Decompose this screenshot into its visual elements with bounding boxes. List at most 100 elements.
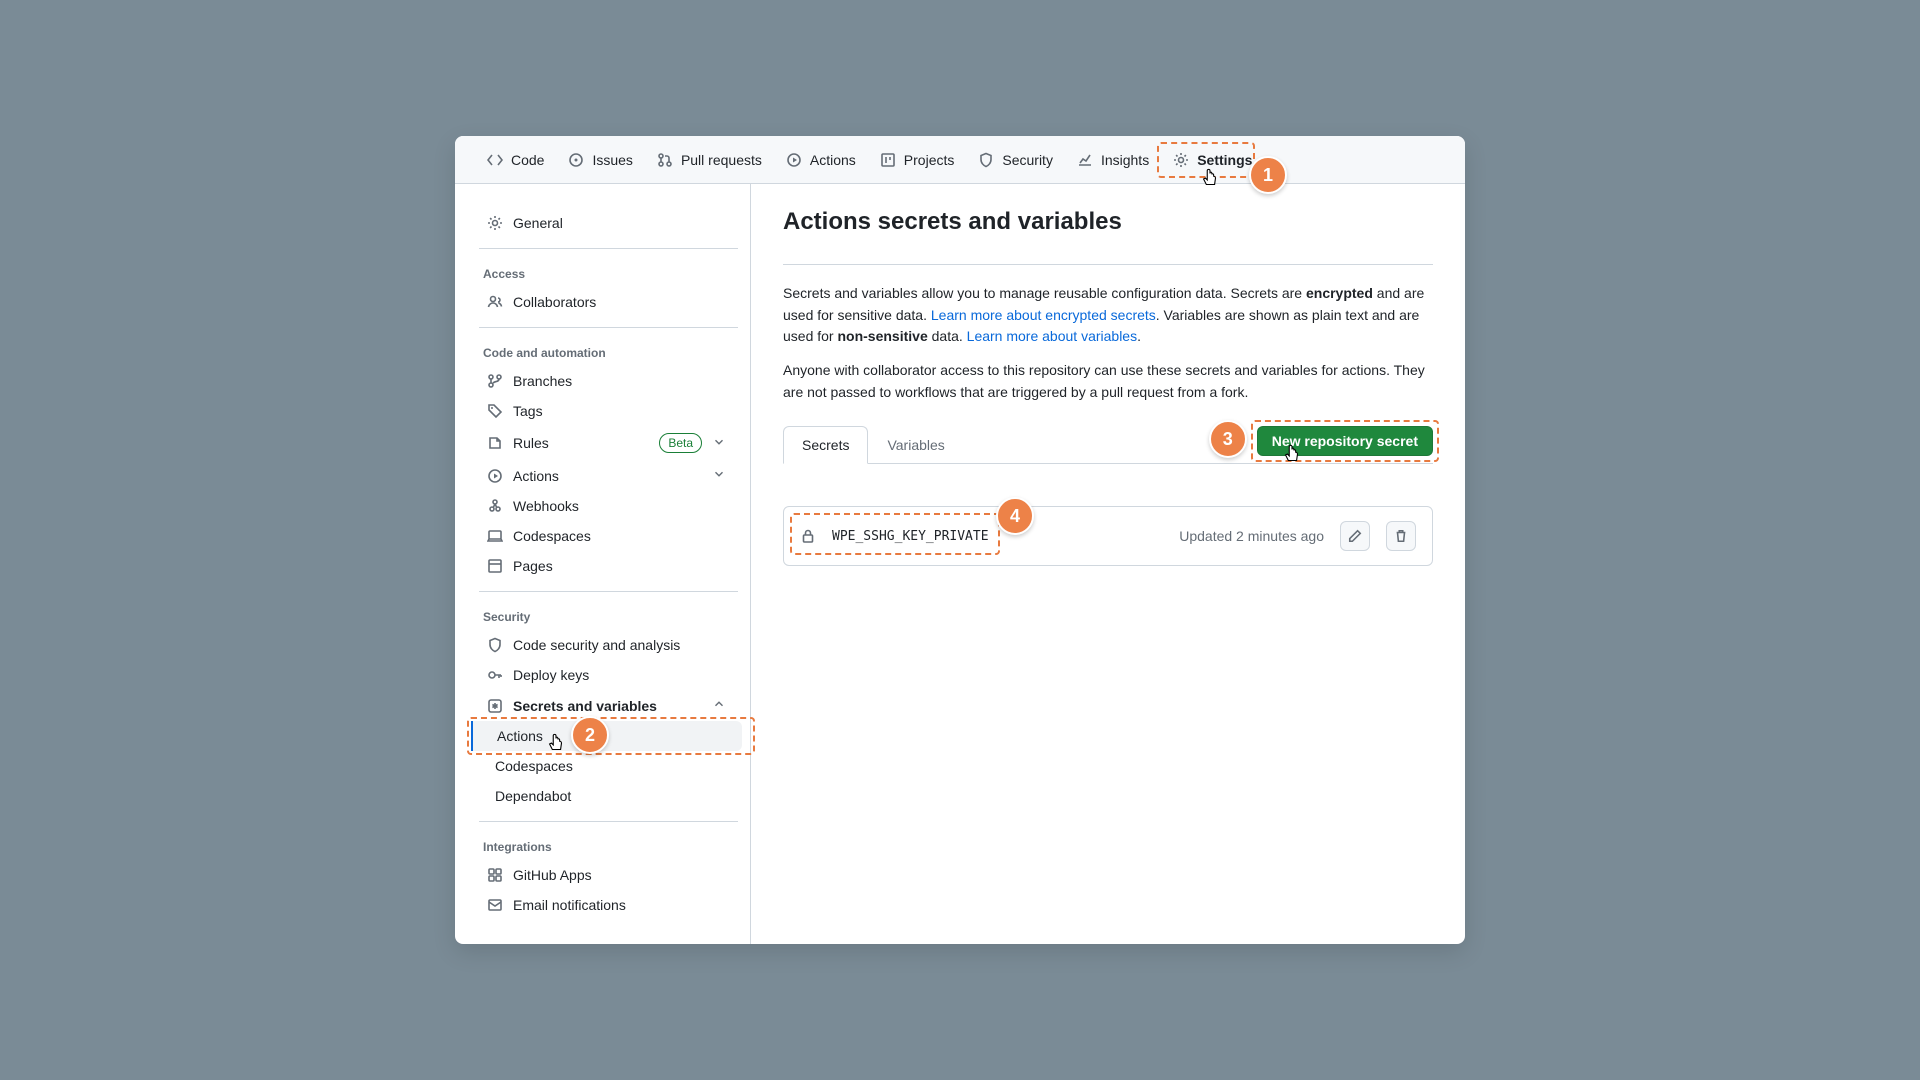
- sidebar-header-codeauto: Code and automation: [467, 338, 750, 366]
- tab-settings-label: Settings: [1197, 152, 1252, 168]
- chevron-down-icon: [712, 467, 726, 484]
- asterisk-icon: [487, 698, 503, 714]
- tab-security[interactable]: Security: [970, 144, 1061, 176]
- mail-icon: [487, 897, 503, 913]
- sidebar-item-label: Dependabot: [495, 788, 571, 804]
- tab-insights-label: Insights: [1101, 152, 1149, 168]
- sidebar-item-pages[interactable]: Pages: [471, 551, 742, 581]
- sidebar-item-label: Pages: [513, 558, 553, 574]
- sidebar-item-label: Email notifications: [513, 897, 626, 913]
- sidebar-header-integrations: Integrations: [467, 832, 750, 860]
- divider: [479, 327, 738, 328]
- tab-pull-requests-label: Pull requests: [681, 152, 762, 168]
- repo-top-nav: Code Issues Pull requests Actions Projec…: [455, 136, 1465, 184]
- sidebar-item-label: Actions: [513, 468, 559, 484]
- secret-updated: Updated 2 minutes ago: [1179, 528, 1324, 544]
- codespaces-icon: [487, 528, 503, 544]
- sidebar-item-github-apps[interactable]: GitHub Apps: [471, 860, 742, 890]
- sidebar-item-label: GitHub Apps: [513, 867, 592, 883]
- new-repository-secret-button[interactable]: New repository secret: [1257, 426, 1433, 456]
- divider: [479, 248, 738, 249]
- tab-insights[interactable]: Insights: [1069, 144, 1157, 176]
- tabs-row: Secrets Variables New repository secret …: [783, 425, 1433, 464]
- sidebar-item-actions[interactable]: Actions: [471, 460, 742, 491]
- tab-code[interactable]: Code: [479, 144, 552, 176]
- beta-badge: Beta: [659, 433, 702, 453]
- trash-icon: [1394, 529, 1408, 543]
- annotation-badge-3: 3: [1209, 420, 1247, 458]
- sidebar-item-label: Webhooks: [513, 498, 579, 514]
- chevron-down-icon: [712, 435, 726, 452]
- code-icon: [487, 152, 503, 168]
- pull-request-icon: [657, 152, 673, 168]
- chevron-up-icon: [712, 697, 726, 714]
- sidebar-item-email-notifications[interactable]: Email notifications: [471, 890, 742, 920]
- sidebar-item-tags[interactable]: Tags: [471, 396, 742, 426]
- page-title: Actions secrets and variables: [783, 208, 1433, 236]
- tab-actions[interactable]: Actions: [778, 144, 864, 176]
- page-title-wrap: Actions secrets and variables: [783, 208, 1433, 265]
- tag-icon: [487, 403, 503, 419]
- sidebar-header-security: Security: [467, 602, 750, 630]
- description-2: Anyone with collaborator access to this …: [783, 360, 1433, 403]
- sidebar-item-label: Branches: [513, 373, 572, 389]
- tab-actions-label: Actions: [810, 152, 856, 168]
- sidebar-header-access: Access: [467, 259, 750, 287]
- gear-icon: [487, 215, 503, 231]
- sidebar-item-label: Deploy keys: [513, 667, 589, 683]
- webhook-icon: [487, 498, 503, 514]
- sidebar-item-label: Tags: [513, 403, 543, 419]
- learn-more-variables-link[interactable]: Learn more about variables: [967, 328, 1137, 344]
- tab-secrets[interactable]: Secrets: [783, 426, 868, 464]
- gear-icon: [1173, 152, 1189, 168]
- issue-icon: [568, 152, 584, 168]
- key-icon: [487, 667, 503, 683]
- shield-icon: [487, 637, 503, 653]
- sidebar-item-codespaces[interactable]: Codespaces: [471, 521, 742, 551]
- sidebar-item-webhooks[interactable]: Webhooks: [471, 491, 742, 521]
- sidebar-item-label: Code security and analysis: [513, 637, 680, 653]
- main-content: Actions secrets and variables Secrets an…: [751, 184, 1465, 944]
- sidebar-item-general[interactable]: General: [471, 208, 742, 238]
- divider: [479, 821, 738, 822]
- sidebar-item-label: Secrets and variables: [513, 698, 657, 714]
- delete-secret-button[interactable]: [1386, 521, 1416, 551]
- divider: [479, 591, 738, 592]
- sidebar-subitem-codespaces[interactable]: Codespaces: [471, 751, 742, 781]
- play-icon: [786, 152, 802, 168]
- settings-sidebar: General Access Collaborators Code and au…: [455, 184, 751, 944]
- shield-icon: [978, 152, 994, 168]
- description-1: Secrets and variables allow you to manag…: [783, 283, 1433, 348]
- learn-more-secrets-link[interactable]: Learn more about encrypted secrets: [931, 307, 1156, 323]
- tab-projects[interactable]: Projects: [872, 144, 963, 176]
- sidebar-item-rules[interactable]: Rules Beta: [471, 426, 742, 460]
- tab-pull-requests[interactable]: Pull requests: [649, 144, 770, 176]
- sidebar-item-label: Codespaces: [495, 758, 573, 774]
- graph-icon: [1077, 152, 1093, 168]
- tab-code-label: Code: [511, 152, 544, 168]
- sidebar-item-label: Actions: [497, 728, 543, 744]
- sidebar-subitem-dependabot[interactable]: Dependabot: [471, 781, 742, 811]
- sidebar-subitem-actions[interactable]: Actions: [471, 721, 742, 751]
- people-icon: [487, 294, 503, 310]
- secret-row: WPE_SSHG_KEY_PRIVATE 4 Updated 2 minutes…: [783, 506, 1433, 566]
- sidebar-item-secrets-variables[interactable]: Secrets and variables: [471, 690, 742, 721]
- sidebar-item-label: General: [513, 215, 563, 231]
- tab-variables[interactable]: Variables: [868, 426, 963, 464]
- body-wrap: General Access Collaborators Code and au…: [455, 184, 1465, 944]
- sidebar-item-codesec[interactable]: Code security and analysis: [471, 630, 742, 660]
- sidebar-item-label: Collaborators: [513, 294, 596, 310]
- branch-icon: [487, 373, 503, 389]
- sidebar-item-branches[interactable]: Branches: [471, 366, 742, 396]
- play-icon: [487, 468, 503, 484]
- tab-settings[interactable]: Settings: [1165, 144, 1260, 176]
- apps-icon: [487, 867, 503, 883]
- tab-issues[interactable]: Issues: [560, 144, 640, 176]
- projects-icon: [880, 152, 896, 168]
- secret-name: WPE_SSHG_KEY_PRIVATE: [832, 529, 989, 544]
- sidebar-item-collaborators[interactable]: Collaborators: [471, 287, 742, 317]
- edit-secret-button[interactable]: [1340, 521, 1370, 551]
- lock-icon: [800, 528, 816, 544]
- sidebar-item-deploy-keys[interactable]: Deploy keys: [471, 660, 742, 690]
- tab-projects-label: Projects: [904, 152, 955, 168]
